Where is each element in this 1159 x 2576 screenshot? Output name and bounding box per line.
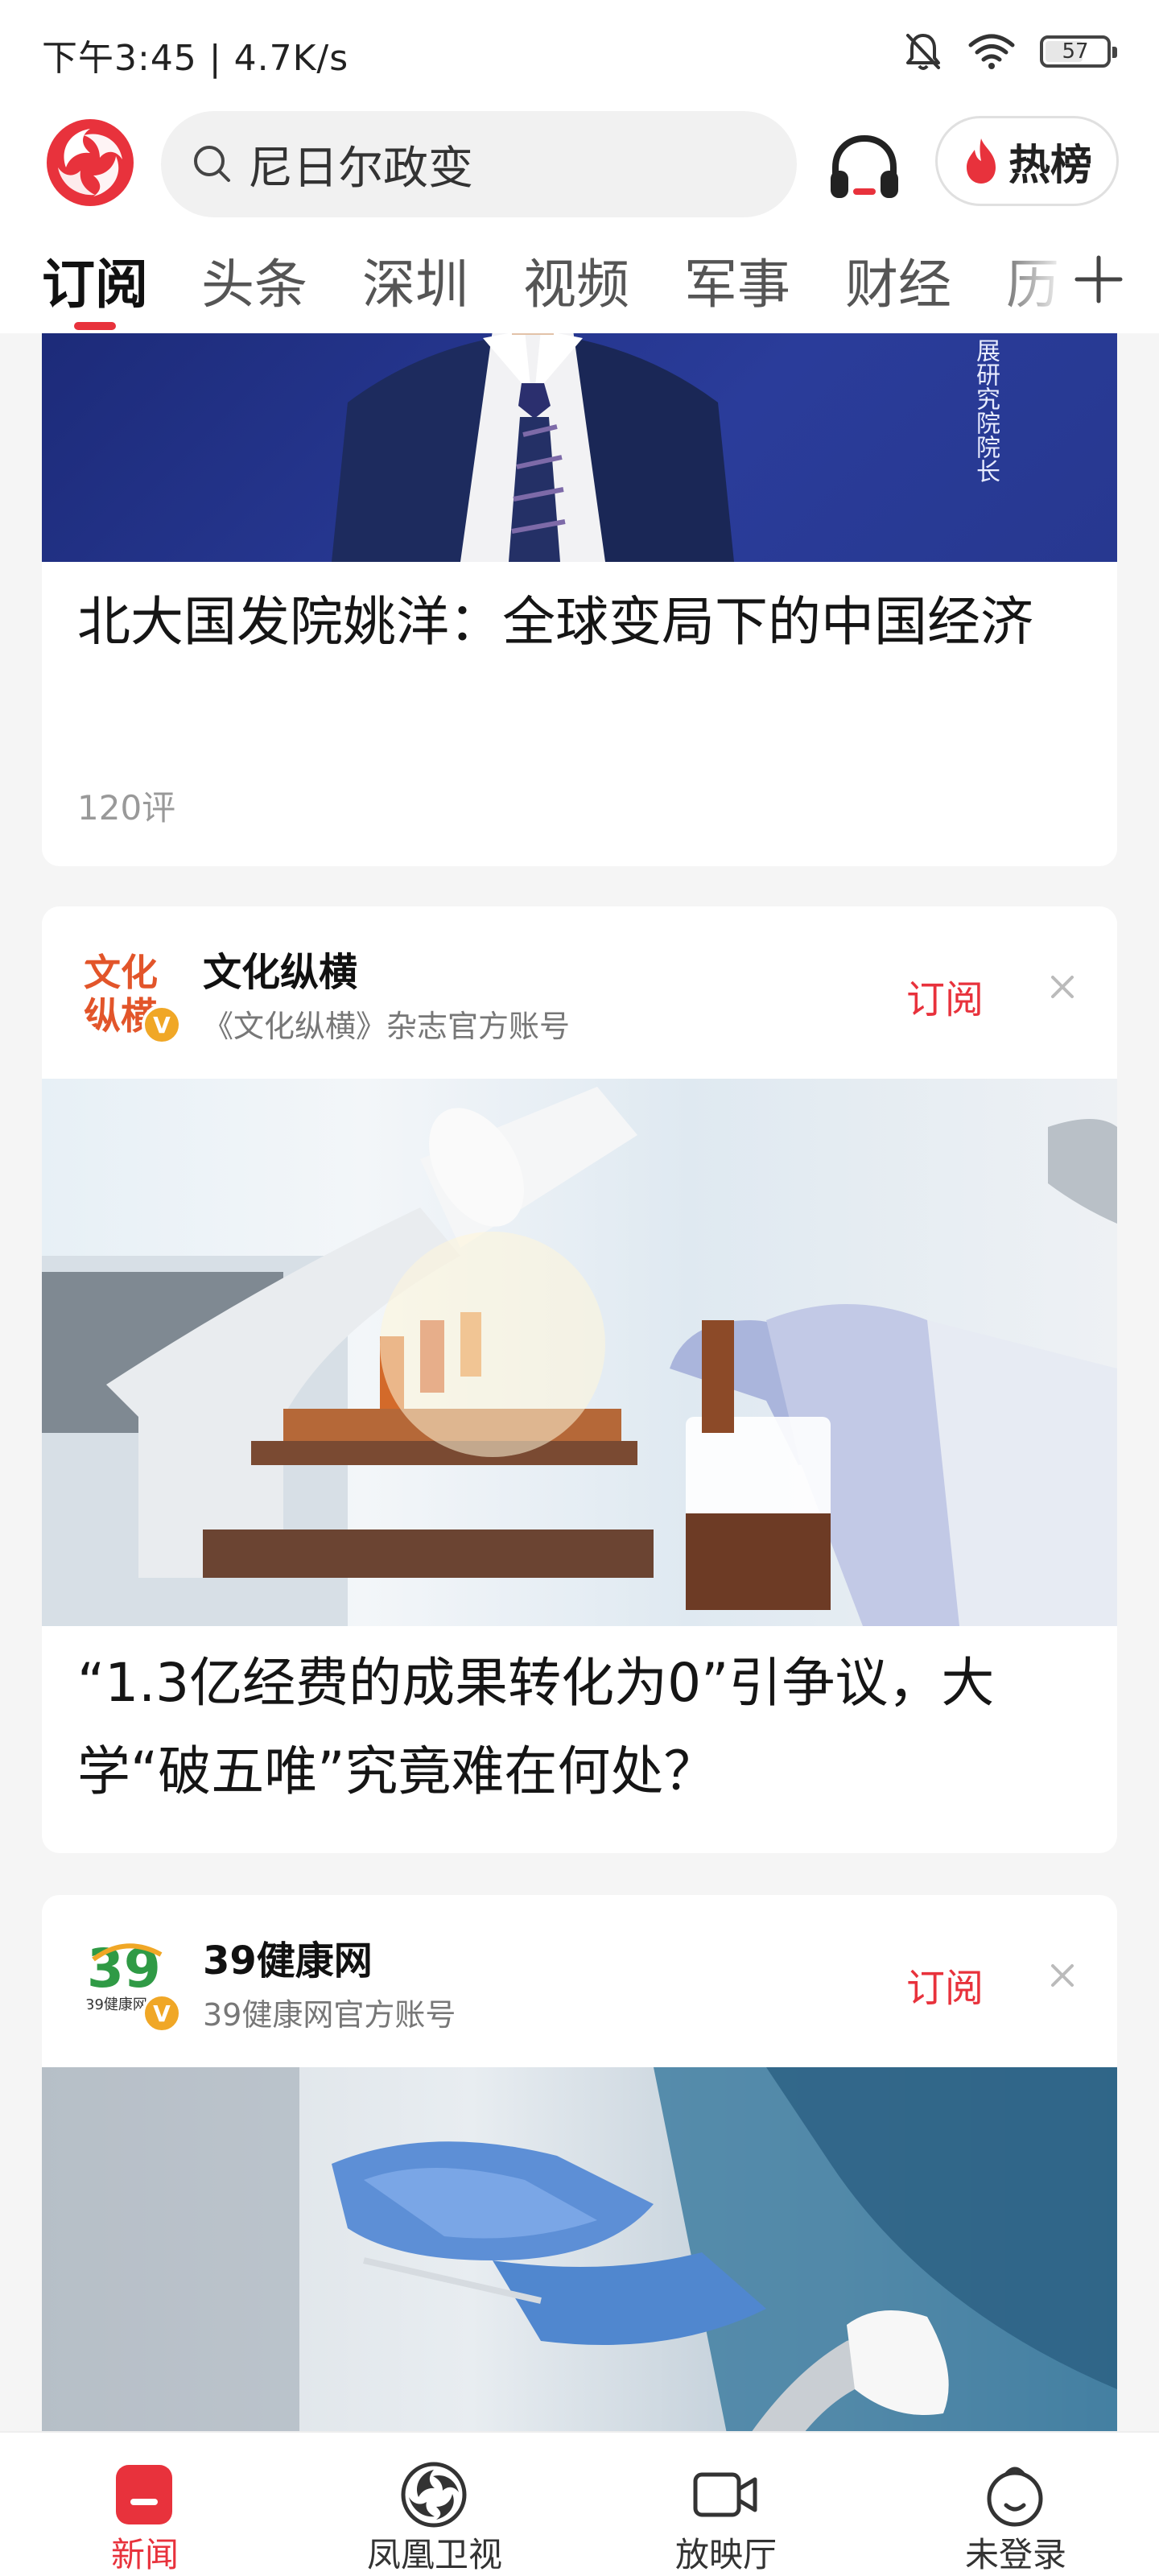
tab-video[interactable]: 视频 [523, 242, 629, 319]
flame-icon [966, 138, 996, 184]
video-camera-icon [693, 2472, 757, 2517]
news-image [42, 1079, 1117, 1626]
nav-profile-label: 未登录 [964, 2535, 1066, 2574]
account-description: 39健康网官方账号 [203, 1997, 456, 2033]
add-channel-icon[interactable] [1070, 251, 1127, 308]
search-row: 尼日尔政变 热榜 [0, 105, 1159, 225]
ifeng-logo[interactable] [45, 118, 135, 208]
nav-phoenix-tv-label: 凤凰卫视 [366, 2535, 502, 2574]
top-header: 下午3:45 | 4.7K/s 57 尼日尔政变 热榜 订阅 头条 深圳 视频 … [0, 0, 1159, 333]
active-tab-indicator [74, 322, 116, 330]
account-name[interactable]: 39健康网 [203, 1929, 373, 1985]
account-description: 《文化纵横》杂志官方账号 [203, 1009, 571, 1044]
search-placeholder: 尼日尔政变 [248, 142, 473, 195]
status-icons: 57 [903, 31, 1117, 72]
search-icon [194, 146, 230, 182]
profile-icon [987, 2467, 1043, 2527]
nav-theater[interactable]: 放映厅 [621, 2433, 831, 2576]
subscribe-button[interactable]: 订阅 [906, 968, 984, 1024]
headphones-icon[interactable] [824, 127, 905, 208]
status-bar: 下午3:45 | 4.7K/s 57 [0, 0, 1159, 105]
news-title[interactable]: “1.3亿经费的成果转化为0”引争议，大学“破五唯”究竟难在何处？ [77, 1639, 1091, 1816]
hot-list-button[interactable]: 热榜 [935, 116, 1119, 206]
bell-muted-icon [906, 34, 940, 70]
account-header: 39 39健康网 V 39健康网 39健康网官方账号 订阅 [42, 1895, 1117, 2067]
comment-count: 120评 [77, 788, 176, 828]
tab-headlines[interactable]: 头条 [201, 242, 307, 319]
verified-badge: V [142, 1005, 182, 1045]
battery-indicator: 57 [1040, 35, 1117, 68]
svg-text:39健康网: 39健康网 [85, 1996, 147, 2013]
news-card[interactable]: 展研究院院长 北大国发院姚洋：全球变局下的中国经济 120评 [42, 306, 1117, 866]
news-card[interactable]: 文化 纵横 V 文化纵横 《文化纵横》杂志官方账号 订阅 “1.3亿经费的成果转… [42, 906, 1117, 1853]
svg-text:文化: 文化 [84, 951, 158, 994]
tab-military[interactable]: 军事 [684, 242, 790, 319]
account-name[interactable]: 文化纵横 [203, 940, 357, 997]
nav-news[interactable]: 新闻 [40, 2433, 250, 2576]
nav-news-label: 新闻 [110, 2535, 179, 2574]
account-header: 文化 纵横 V 文化纵横 《文化纵横》杂志官方账号 订阅 [42, 906, 1117, 1079]
hero-caption: 展研究院院长 [971, 338, 1000, 483]
bottom-navigation: 新闻 凤凰卫视 放映厅 未登录 [0, 2431, 1159, 2576]
close-icon[interactable] [1041, 1955, 1083, 1996]
tab-shenzhen[interactable]: 深圳 [362, 242, 468, 319]
tab-finance[interactable]: 财经 [845, 242, 951, 319]
nav-phoenix-tv[interactable]: 凤凰卫视 [330, 2433, 539, 2576]
news-image: 展研究院院长 [42, 306, 1117, 562]
channel-tabs: 订阅 头条 深圳 视频 军事 财经 历 [0, 229, 1159, 333]
search-input[interactable]: 尼日尔政变 [161, 111, 797, 217]
phoenix-tv-icon [401, 2462, 467, 2528]
news-title[interactable]: 北大国发院姚洋：全球变局下的中国经济 [77, 578, 1091, 667]
wifi-icon [968, 34, 1015, 69]
battery-level: 57 [1062, 39, 1089, 64]
subscribe-button[interactable]: 订阅 [906, 1956, 984, 2013]
microscope-photo [42, 1087, 1117, 1626]
nav-theater-label: 放映厅 [674, 2535, 777, 2574]
status-time-speed: 下午3:45 | 4.7K/s [42, 38, 349, 79]
nav-profile[interactable]: 未登录 [911, 2433, 1120, 2576]
news-icon [116, 2465, 172, 2524]
close-icon[interactable] [1041, 966, 1083, 1008]
hot-list-label: 热榜 [1008, 141, 1092, 190]
verified-badge: V [142, 1993, 182, 2033]
speaker-photo [332, 306, 734, 562]
tab-subscribe[interactable]: 订阅 [42, 242, 148, 319]
